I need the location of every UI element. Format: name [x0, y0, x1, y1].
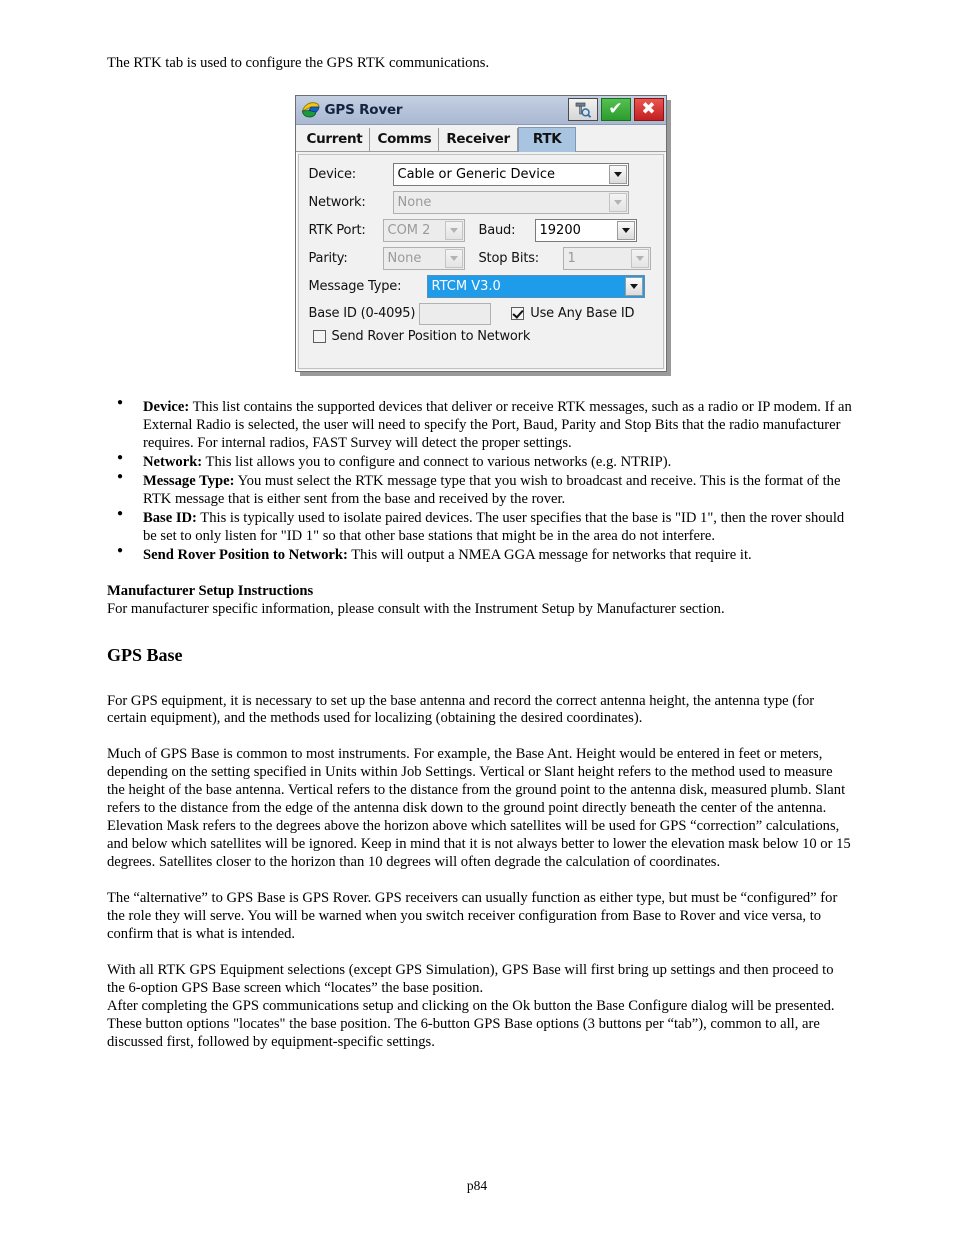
bullet-term: Device:: [143, 398, 190, 415]
list-item: Network: This list allows you to configu…: [107, 452, 854, 471]
chevron-down-icon[interactable]: [616, 220, 635, 240]
dialog-title: GPS Rover: [324, 101, 403, 118]
gps-base-paragraph-4: With all RTK GPS Equipment selections (e…: [107, 961, 834, 996]
device-label: Device:: [308, 166, 357, 182]
gps-base-paragraph-1: For GPS equipment, it is necessary to se…: [107, 692, 815, 727]
tab-comms[interactable]: Comms: [370, 127, 440, 151]
network-row: Network: None: [308, 190, 653, 214]
bullet-text: This list contains the supported devices…: [143, 398, 852, 451]
list-item: Send Rover Position to Network: This wil…: [107, 545, 854, 564]
list-item: Message Type: You must select the RTK me…: [107, 471, 854, 508]
chevron-down-icon[interactable]: [624, 276, 643, 296]
tab-receiver[interactable]: Receiver: [439, 127, 518, 151]
base-id-row: Base ID (0-4095) Use Any Base ID: [308, 302, 653, 325]
use-any-base-id-label: Use Any Base ID: [530, 306, 635, 322]
rtk-port-select[interactable]: COM 2: [382, 218, 465, 242]
base-id-label: Base ID (0-4095): [308, 306, 416, 322]
rtk-port-select-value: COM 2: [387, 222, 431, 238]
parity-stopbits-row: Parity: None Stop Bits: 1: [308, 246, 653, 270]
port-baud-row: RTK Port: COM 2 Baud: 19200: [308, 218, 653, 242]
rtk-port-label: RTK Port:: [308, 222, 366, 238]
parity-select[interactable]: None: [382, 246, 465, 270]
use-any-base-id-checkbox[interactable]: [511, 307, 525, 321]
ok-button[interactable]: ✔: [600, 98, 631, 122]
send-rover-row[interactable]: Send Rover Position to Network: [309, 329, 653, 344]
network-select-value: None: [397, 194, 432, 210]
gps-base-paragraph-2: Much of GPS Base is common to most instr…: [107, 746, 851, 871]
gps-rover-dialog: GPS Rover ✔ ✖ Current Comms Receiver RTK…: [294, 94, 667, 372]
bullet-term: Network:: [143, 453, 203, 470]
device-row: Device: Cable or Generic Device: [308, 162, 653, 186]
globe-logo-icon: [301, 100, 320, 119]
bullet-text: You must select the RTK message type tha…: [143, 473, 841, 508]
use-any-base-id-row[interactable]: Use Any Base ID: [511, 306, 634, 321]
survey-tool-button[interactable]: [567, 98, 598, 122]
message-type-select-value: RTCM V3.0: [431, 278, 501, 294]
intro-paragraph: The RTK tab is used to configure the GPS…: [107, 55, 490, 71]
bullet-term: Message Type:: [143, 473, 235, 489]
bullet-text: This will output a NMEA GGA message for …: [347, 547, 752, 564]
baud-label: Baud:: [478, 222, 516, 238]
device-select-value: Cable or Generic Device: [397, 166, 555, 182]
list-item: Base ID: This is typically used to isola…: [107, 508, 854, 545]
manufacturer-setup-heading: Manufacturer Setup Instructions: [107, 583, 314, 600]
bullet-text: This list allows you to configure and co…: [202, 453, 672, 470]
stop-bits-select[interactable]: 1: [562, 246, 651, 270]
cancel-button[interactable]: ✖: [633, 98, 664, 122]
base-id-input[interactable]: [419, 302, 492, 325]
parity-label: Parity:: [308, 250, 348, 266]
gps-base-paragraph-3: The “alternative” to GPS Base is GPS Rov…: [107, 889, 838, 942]
document-page: The RTK tab is used to configure the GPS…: [0, 0, 954, 1235]
bullet-term: Send Rover Position to Network:: [143, 547, 348, 564]
gps-base-paragraph-5: After completing the GPS communications …: [107, 997, 835, 1050]
message-type-select[interactable]: RTCM V3.0: [426, 274, 645, 298]
gps-rover-dialog-figure: GPS Rover ✔ ✖ Current Comms Receiver RTK…: [107, 94, 854, 376]
page-footer: p84: [0, 1178, 954, 1194]
message-type-label: Message Type:: [308, 278, 402, 294]
checkmark-icon: ✔: [608, 99, 623, 120]
device-select[interactable]: Cable or Generic Device: [392, 162, 629, 186]
chevron-down-icon[interactable]: [608, 192, 627, 212]
bullet-text: This is typically used to isolate paired…: [143, 510, 845, 545]
page-number: p84: [466, 1178, 488, 1193]
stop-bits-label: Stop Bits:: [478, 250, 540, 266]
list-item: Device: This list contains the supported…: [107, 397, 854, 452]
manufacturer-setup-body: For manufacturer specific information, p…: [107, 601, 725, 618]
baud-select-value: 19200: [539, 222, 581, 238]
rtk-options-list: Device: This list contains the supported…: [107, 397, 854, 564]
baud-select[interactable]: 19200: [534, 218, 637, 242]
stop-bits-select-value: 1: [567, 250, 576, 266]
send-rover-label: Send Rover Position to Network: [331, 328, 531, 344]
chevron-down-icon[interactable]: [444, 220, 463, 240]
chevron-down-icon[interactable]: [444, 248, 463, 268]
send-rover-checkbox[interactable]: [312, 329, 326, 343]
dialog-tabbar: Current Comms Receiver RTK: [295, 124, 666, 152]
rtk-tab-panel: Device: Cable or Generic Device Network:…: [297, 153, 664, 369]
chevron-down-icon[interactable]: [608, 164, 627, 184]
bullet-term: Base ID:: [143, 510, 197, 527]
dialog-titlebar: GPS Rover ✔ ✖: [295, 95, 666, 125]
close-icon: ✖: [641, 99, 656, 120]
tab-rtk[interactable]: RTK: [517, 126, 577, 152]
parity-select-value: None: [387, 250, 422, 266]
message-type-row: Message Type: RTCM V3.0: [308, 274, 653, 298]
network-label: Network:: [308, 194, 366, 210]
tab-current[interactable]: Current: [299, 127, 371, 151]
network-select[interactable]: None: [392, 190, 629, 214]
chevron-down-icon[interactable]: [630, 248, 649, 268]
gps-base-heading: GPS Base: [107, 644, 183, 665]
